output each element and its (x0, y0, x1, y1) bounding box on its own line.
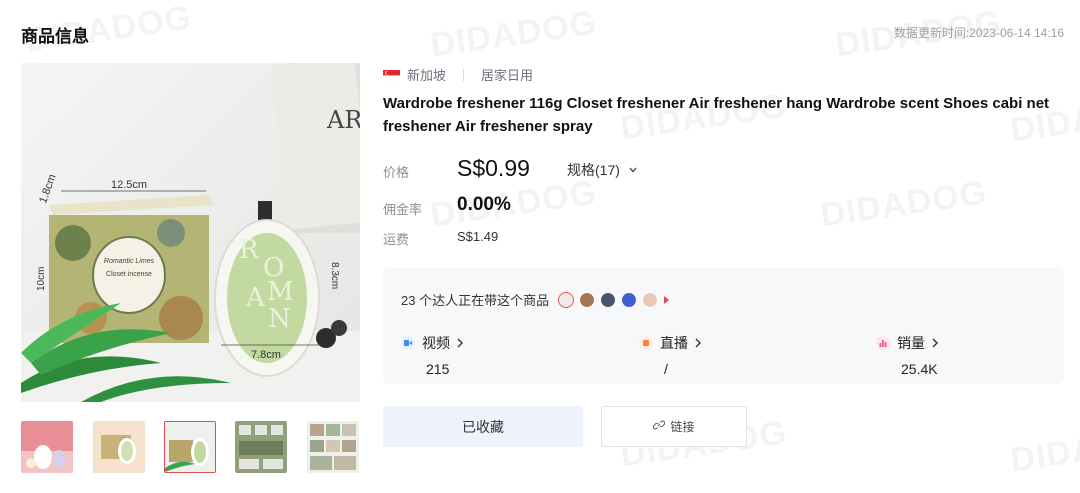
update-time: 数据更新时间:2023-06-14 14:16 (893, 26, 1064, 40)
sales-stat[interactable]: 销量 (876, 333, 939, 353)
svg-text:A: A (245, 283, 266, 313)
singapore-flag-icon (382, 69, 401, 82)
creator-avatar[interactable] (621, 291, 638, 308)
live-label: 直播 (660, 335, 688, 351)
commission-value: 0.00% (457, 194, 511, 215)
spec-label: 规格(17) (567, 162, 620, 178)
live-stat[interactable]: 直播 (639, 333, 702, 353)
favorite-button[interactable]: 已收藏 (383, 406, 583, 447)
watermark: DIDADOG (818, 174, 989, 236)
sales-value: 25.4K (901, 361, 938, 377)
svg-text:10cm: 10cm (36, 267, 47, 291)
creator-avatar[interactable] (642, 291, 659, 308)
thumbnail-2[interactable] (93, 421, 145, 473)
favorite-label: 已收藏 (462, 418, 504, 435)
thumbnail-1[interactable] (21, 421, 73, 473)
thumbnail-3[interactable] (164, 421, 216, 473)
svg-text:8.3cm: 8.3cm (329, 262, 340, 289)
watermark: DIDADOG (428, 174, 599, 236)
video-label: 视频 (422, 335, 450, 351)
stats-panel: 23 个达人正在带这个商品 视频 215 直播 / 销量 25.4K (383, 268, 1064, 384)
bar-chart-icon (876, 336, 890, 350)
shipping-value: S$1.49 (457, 229, 499, 244)
link-icon (653, 419, 666, 434)
link-button[interactable]: 链接 (601, 406, 747, 447)
product-meta: 新加坡 居家日用 (382, 65, 533, 84)
live-value: / (664, 361, 668, 377)
svg-text:Closet incense: Closet incense (106, 271, 152, 278)
watermark: DIDADOG (428, 4, 599, 66)
creator-avatar[interactable] (579, 291, 596, 308)
link-label: 链接 (670, 420, 695, 434)
chevron-right-icon (695, 335, 702, 351)
video-value: 215 (426, 361, 450, 377)
video-stat[interactable]: 视频 (401, 333, 464, 353)
creator-avatar[interactable] (558, 291, 575, 308)
video-icon (401, 336, 415, 350)
commission-label: 佣金率 (383, 202, 423, 217)
svg-text:N: N (268, 304, 291, 334)
chevron-right-icon (932, 335, 939, 351)
live-icon (639, 336, 653, 350)
product-title: Wardrobe freshener 116g Closet freshener… (383, 95, 1050, 135)
price-value: S$0.99 (457, 155, 530, 181)
price-label: 价格 (383, 165, 410, 180)
svg-text:M: M (267, 277, 294, 307)
caret-right-icon[interactable] (664, 292, 670, 307)
section-title: 商品信息 (21, 27, 89, 46)
creator-avatar[interactable] (600, 291, 617, 308)
svg-text:7.8cm: 7.8cm (251, 349, 281, 361)
category-label[interactable]: 居家日用 (481, 65, 533, 84)
spec-dropdown[interactable]: 规格(17) (567, 160, 638, 180)
chevron-right-icon (457, 335, 464, 351)
watermark: DIDADOG (1008, 419, 1080, 481)
thumbnail-4[interactable] (235, 421, 287, 473)
svg-text:12.5cm: 12.5cm (111, 179, 147, 191)
svg-text:R: R (239, 235, 260, 265)
creators-count-text: 23 个达人正在带这个商品 (401, 293, 550, 308)
chevron-down-icon (628, 162, 638, 178)
creators-row[interactable]: 23 个达人正在带这个商品 (401, 290, 670, 309)
sales-label: 销量 (897, 335, 925, 351)
product-main-image[interactable]: Romantic Limes Closet incense R O M A N … (21, 63, 360, 402)
svg-text:Romantic Limes: Romantic Limes (104, 258, 155, 265)
shipping-label: 运费 (383, 232, 410, 247)
divider (463, 68, 465, 81)
svg-text:AR THE CR: AR THE CR (326, 106, 360, 134)
country-label: 新加坡 (407, 68, 447, 83)
thumbnail-5[interactable] (307, 421, 359, 473)
